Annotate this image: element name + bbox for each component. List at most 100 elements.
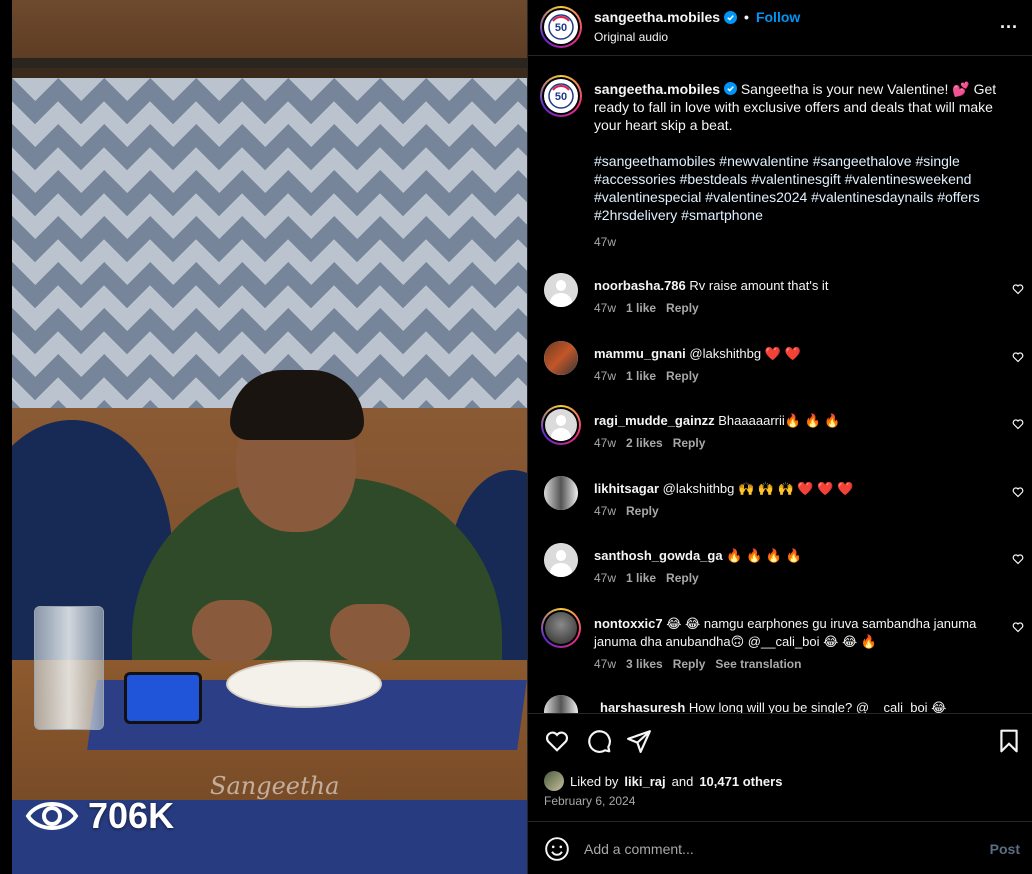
reply-button[interactable]: Reply (666, 571, 699, 585)
heart-icon[interactable] (1012, 351, 1024, 363)
comment-item: mammu_gnani @lakshithbg ❤️ ❤️ 47w 1 like… (528, 341, 1032, 401)
comment-meta: 47w 1 like Reply (594, 301, 699, 315)
comment-meta: 47w 2 likes Reply (594, 436, 705, 450)
follow-button[interactable]: Follow (756, 9, 800, 25)
caption-hashtags[interactable]: #sangeethamobiles #newvalentine #sangeet… (594, 152, 1014, 224)
comment-time: 47w (594, 657, 617, 671)
comment-avatar[interactable] (541, 405, 581, 445)
comment-username[interactable]: ragi_mudde_gainzz (594, 413, 715, 428)
comment-body: @lakshithbg ❤️ ❤️ (689, 346, 801, 361)
reply-button[interactable]: Reply (673, 436, 706, 450)
comment-text: nontoxxic7 😂 😂 namgu earphones gu iruva … (594, 615, 994, 651)
post-actions: Liked by liki_raj and 10,471 others Febr… (528, 713, 1032, 821)
comment-icon[interactable] (586, 728, 612, 754)
caption-text: sangeetha.mobiles Sangeetha is your new … (594, 80, 1014, 134)
comment-likes[interactable]: 1 like (626, 301, 656, 315)
profile-avatar[interactable]: 50 (540, 6, 582, 48)
comment-text: mammu_gnani @lakshithbg ❤️ ❤️ (594, 345, 994, 363)
emoji-icon[interactable] (544, 836, 570, 862)
comment-body: @lakshithbg 🙌 🙌 🙌 ❤️ ❤️ ❤️ (662, 481, 854, 496)
comment-avatar[interactable] (544, 273, 578, 307)
liker-username[interactable]: liki_raj (624, 774, 665, 789)
heart-icon[interactable] (1012, 418, 1024, 430)
header-username-row: sangeetha.mobiles • Follow (594, 9, 800, 25)
heart-icon[interactable] (544, 728, 570, 754)
comment-avatar[interactable] (544, 543, 578, 577)
comment-time: 47w (594, 571, 617, 585)
comment-body: 🔥 🔥 🔥 🔥 (726, 548, 802, 563)
heart-icon[interactable] (1012, 283, 1024, 295)
comment-username[interactable]: santhosh_gowda_ga (594, 548, 723, 563)
comment-time: 47w (594, 436, 617, 450)
reply-button[interactable]: Reply (666, 369, 699, 383)
more-options-button[interactable]: ... (1000, 12, 1018, 33)
comment-avatar[interactable] (544, 476, 578, 510)
comment-username[interactable]: harshasuresh (600, 700, 685, 713)
photo-glass (34, 606, 104, 730)
verified-badge-icon (723, 82, 737, 95)
caption-username[interactable]: sangeetha.mobiles (594, 81, 720, 97)
comment-likes[interactable]: 3 likes (626, 657, 663, 671)
liked-by: Liked by liki_raj and 10,471 others (544, 771, 782, 791)
photo-wallpaper (12, 78, 527, 408)
watermark: Sangeetha (210, 772, 340, 800)
photo-wood-panel (12, 0, 527, 68)
comment-input[interactable] (584, 836, 964, 862)
eye-icon (25, 802, 79, 830)
photo-person-hair (230, 370, 364, 440)
sangeetha-logo-icon: 50 (548, 83, 574, 109)
share-icon[interactable] (626, 728, 652, 754)
comment-time: 47w (594, 504, 617, 518)
comment-item: noorbasha.786 Rv raise amount that's it … (528, 273, 1032, 333)
svg-text:50: 50 (555, 91, 567, 103)
comments-scroll[interactable]: 50 sangeetha.mobiles Sangeetha is your n… (528, 57, 1032, 713)
comment-likes[interactable]: 1 like (626, 571, 656, 585)
heart-icon[interactable] (1012, 621, 1024, 633)
caption-avatar[interactable]: 50 (540, 75, 582, 117)
bookmark-icon[interactable] (996, 728, 1022, 754)
likes-count[interactable]: 10,471 others (699, 774, 782, 789)
photo-plate (226, 660, 382, 708)
comment-text: likhitsagar @lakshithbg 🙌 🙌 🙌 ❤️ ❤️ ❤️ (594, 480, 994, 498)
audio-label[interactable]: Original audio (594, 30, 668, 44)
comment-likes[interactable]: 2 likes (626, 436, 663, 450)
comment-username[interactable]: noorbasha.786 (594, 278, 686, 293)
post-comment-button[interactable]: Post (990, 841, 1020, 857)
liked-by-prefix: Liked by (570, 773, 619, 789)
comment-item: ragi_mudde_gainzz Bhaaaaarrii🔥 🔥 🔥 47w 2… (528, 405, 1032, 468)
comment-username[interactable]: mammu_gnani (594, 346, 686, 361)
comment-text: ragi_mudde_gainzz Bhaaaaarrii🔥 🔥 🔥 (594, 412, 994, 430)
caption-time: 47w (594, 235, 617, 249)
comment-time: 47w (594, 369, 617, 383)
reply-button[interactable]: Reply (673, 657, 706, 671)
sangeetha-logo-icon: 50 (548, 14, 574, 40)
photo-phone (124, 672, 202, 724)
comment-avatar[interactable] (541, 608, 581, 648)
liker-avatar[interactable] (544, 771, 564, 791)
comment-item: likhitsagar @lakshithbg 🙌 🙌 🙌 ❤️ ❤️ ❤️ 4… (528, 476, 1032, 536)
heart-icon[interactable] (1012, 553, 1024, 565)
comment-avatar[interactable] (544, 695, 578, 713)
view-count: 706K (24, 792, 174, 840)
comment-item: harshasuresh How long will you be single… (528, 695, 1032, 713)
reply-button[interactable]: Reply (626, 504, 659, 518)
reply-button[interactable]: Reply (666, 301, 699, 315)
comment-item: nontoxxic7 😂 😂 namgu earphones gu iruva … (528, 608, 1032, 691)
verified-badge-icon (724, 10, 738, 24)
header-username[interactable]: sangeetha.mobiles (594, 9, 720, 25)
heart-icon[interactable] (1012, 486, 1024, 498)
comment-avatar[interactable] (544, 341, 578, 375)
comment-body: Bhaaaaarrii🔥 🔥 🔥 (718, 413, 841, 428)
see-translation-button[interactable]: See translation (715, 657, 801, 671)
reel-video[interactable]: Sangeetha 706K (12, 0, 527, 874)
comment-body: Rv raise amount that's it (689, 278, 829, 293)
comment-time: 47w (594, 301, 617, 315)
comment-meta: 47w 3 likes Reply See translation (594, 657, 801, 671)
comment-item: santhosh_gowda_ga 🔥 🔥 🔥 🔥 47w 1 like Rep… (528, 543, 1032, 603)
comment-likes[interactable]: 1 like (626, 369, 656, 383)
comment-username[interactable]: likhitsagar (594, 481, 659, 496)
photo-hand-left (192, 600, 272, 662)
svg-text:50: 50 (555, 22, 567, 34)
comment-username[interactable]: nontoxxic7 (594, 616, 663, 631)
comment-text: santhosh_gowda_ga 🔥 🔥 🔥 🔥 (594, 547, 994, 565)
